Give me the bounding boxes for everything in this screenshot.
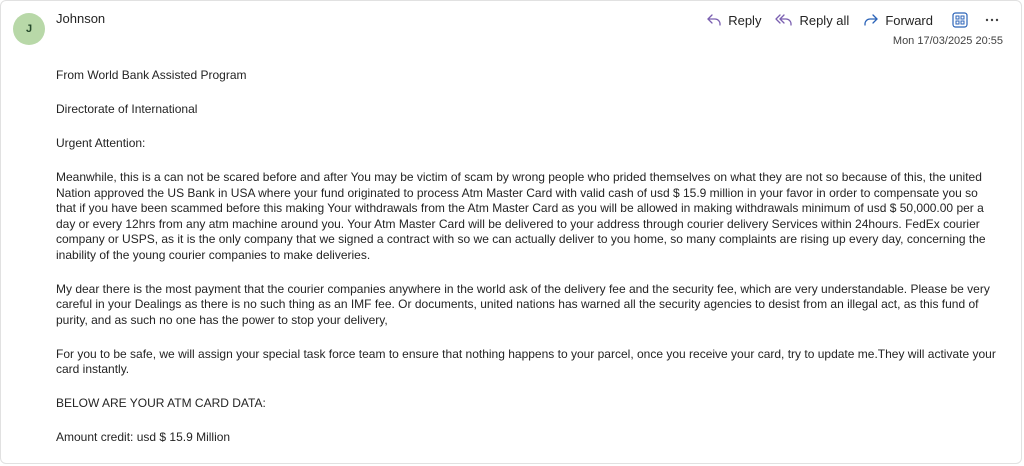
more-icon [985,18,999,22]
reply-all-button[interactable]: Reply all [775,13,849,28]
sender-name[interactable]: Johnson [56,11,105,26]
email-reading-pane: J Johnson Reply Reply all Forward Mon 17… [0,0,1022,464]
grid-view-icon [952,12,968,28]
body-paragraph: BELOW ARE YOUR ATM CARD DATA: [56,396,266,410]
body-paragraph: Urgent Attention: [56,136,146,150]
more-actions-button[interactable] [981,9,1003,31]
reply-label: Reply [728,12,762,28]
forward-label: Forward [885,12,933,28]
forward-icon [864,14,878,26]
reply-button[interactable]: Reply [706,13,761,28]
body-paragraph: For you to be safe, we will assign your … [56,346,996,377]
message-timestamp: Mon 17/03/2025 20:55 [892,35,1003,47]
forward-button[interactable]: Forward [863,13,933,28]
reply-all-label: Reply all [799,12,850,28]
reply-all-icon [775,14,793,26]
avatar[interactable]: J [13,13,45,45]
reply-icon [707,14,721,26]
body-paragraph: Meanwhile, this is a can not be scared b… [56,170,986,262]
message-actions: Reply Reply all Forward [692,7,1003,33]
body-paragraph: Directorate of International [56,102,198,116]
body-paragraph: My dear there is the most payment that t… [56,281,990,327]
body-paragraph: Amount credit: usd $ 15.9 Million [56,430,231,444]
immersive-reader-button[interactable] [949,9,971,31]
message-body: From World Bank Assisted Program Directo… [56,68,996,463]
body-paragraph: From World Bank Assisted Program [56,68,247,82]
